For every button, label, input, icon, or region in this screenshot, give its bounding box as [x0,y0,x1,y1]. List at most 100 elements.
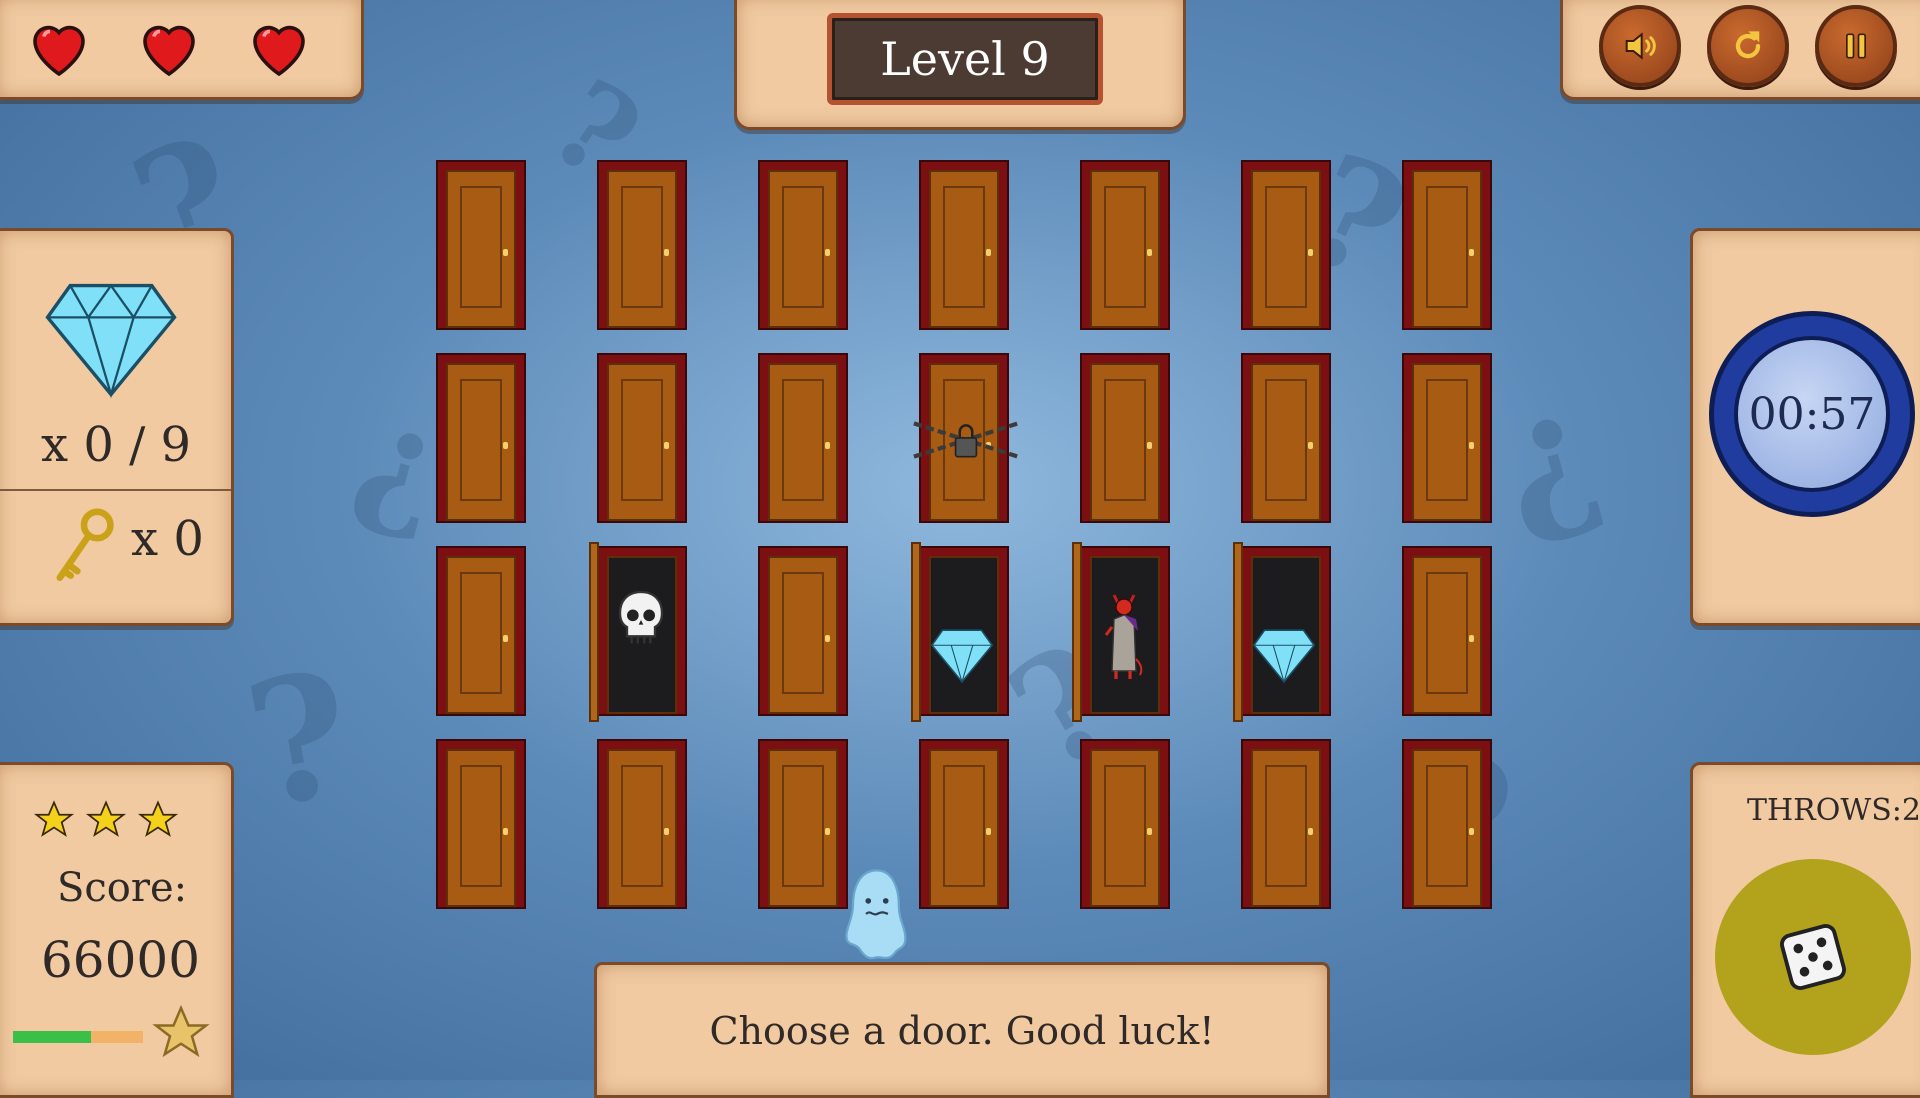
door-panel [1265,186,1307,308]
door-panel [1104,765,1146,887]
door-closed[interactable] [597,160,687,330]
door-leaf [929,170,999,328]
door-closed[interactable] [1080,160,1170,330]
collectibles-panel: x 0 / 9 x 0 [0,228,234,626]
sound-button[interactable] [1599,5,1681,87]
score-label: Score: [57,865,188,911]
door-knob [1147,442,1152,449]
door-knob [664,249,669,256]
door-leaf [929,749,999,907]
door-panel [782,186,824,308]
diamond-icon [1252,629,1316,684]
door-closed[interactable] [436,160,526,330]
door-closed[interactable] [758,160,848,330]
door-leaf [607,749,677,907]
star-rating [33,799,179,841]
door-closed[interactable] [597,739,687,909]
devil-icon [1104,594,1143,679]
pause-button[interactable] [1815,5,1897,87]
dice-icon [1780,924,1846,990]
door-leaf [446,749,516,907]
door-leaf [768,556,838,714]
timer-panel: 00:57 [1690,228,1920,626]
door-closed[interactable] [436,546,526,716]
door-closed[interactable] [1402,353,1492,523]
door-panel [460,572,502,694]
restart-icon [1735,31,1761,59]
lives-panel [0,0,364,100]
door-panel [1265,379,1307,501]
door-closed[interactable] [758,546,848,716]
door-closed[interactable] [597,353,687,523]
door-knob [1308,442,1313,449]
door-closed[interactable] [1080,353,1170,523]
star-icon [137,800,179,837]
door-panel [460,379,502,501]
door-closed[interactable] [919,739,1009,909]
door-knob [503,828,508,835]
door-knob [1469,249,1474,256]
door-leaf [446,556,516,714]
door-knob [1469,828,1474,835]
door-closed[interactable] [436,353,526,523]
diamond-icon [930,629,994,684]
controls-panel [1560,0,1920,100]
key-counter: x 0 [131,511,204,567]
door-closed[interactable] [436,739,526,909]
door-knob [503,442,508,449]
door-panel [1104,379,1146,501]
door-leaf [1412,749,1482,907]
door-closed[interactable] [758,739,848,909]
speaker-icon [1625,32,1656,60]
door-closed[interactable] [758,353,848,523]
door-panel [1426,572,1468,694]
score-value: 66000 [41,931,201,989]
throws-label: THROWS:2 [1747,793,1920,828]
timer-clock: 00:57 [1709,311,1915,517]
door-locked[interactable] [913,353,1019,523]
door-devil [1072,542,1170,722]
roll-dice-button[interactable] [1715,859,1911,1055]
door-knob [825,249,830,256]
key-icon [56,508,114,582]
diamond-icon [45,283,177,399]
door-closed[interactable] [1241,353,1331,523]
door-leaf [1412,363,1482,521]
door-knob [1308,249,1313,256]
door-leaf [446,170,516,328]
door-knob [1308,828,1313,835]
door-diamond [911,542,1009,722]
diamond-counter: x 0 / 9 [41,417,192,473]
door-knob [503,249,508,256]
door-closed[interactable] [1402,546,1492,716]
door-closed[interactable] [919,160,1009,330]
door-leaf [1251,170,1321,328]
door-panel [460,765,502,887]
door-closed[interactable] [1080,739,1170,909]
skull-icon [618,590,664,644]
door-panel [621,765,663,887]
door-knob [664,828,669,835]
door-knob [986,249,991,256]
door-closed[interactable] [1402,739,1492,909]
door-leaf [1090,749,1160,907]
score-progress-bar [13,1031,143,1043]
door-panel [621,186,663,308]
door-closed[interactable] [1241,160,1331,330]
door-leaf [1251,363,1321,521]
door-panel [621,379,663,501]
door-closed[interactable] [1402,160,1492,330]
door-leaf [1412,170,1482,328]
door-knob [1147,249,1152,256]
bonus-star-icon [152,1004,210,1058]
door-panel [1426,765,1468,887]
star-icon [85,800,127,837]
door-leaf [768,170,838,328]
dice-panel: THROWS:2 [1690,762,1920,1098]
restart-button[interactable] [1707,5,1789,87]
door-closed[interactable] [1241,739,1331,909]
door-panel [943,186,985,308]
door-leaf-open [589,542,599,722]
door-panel [460,186,502,308]
door-leaf-open [1072,542,1082,722]
